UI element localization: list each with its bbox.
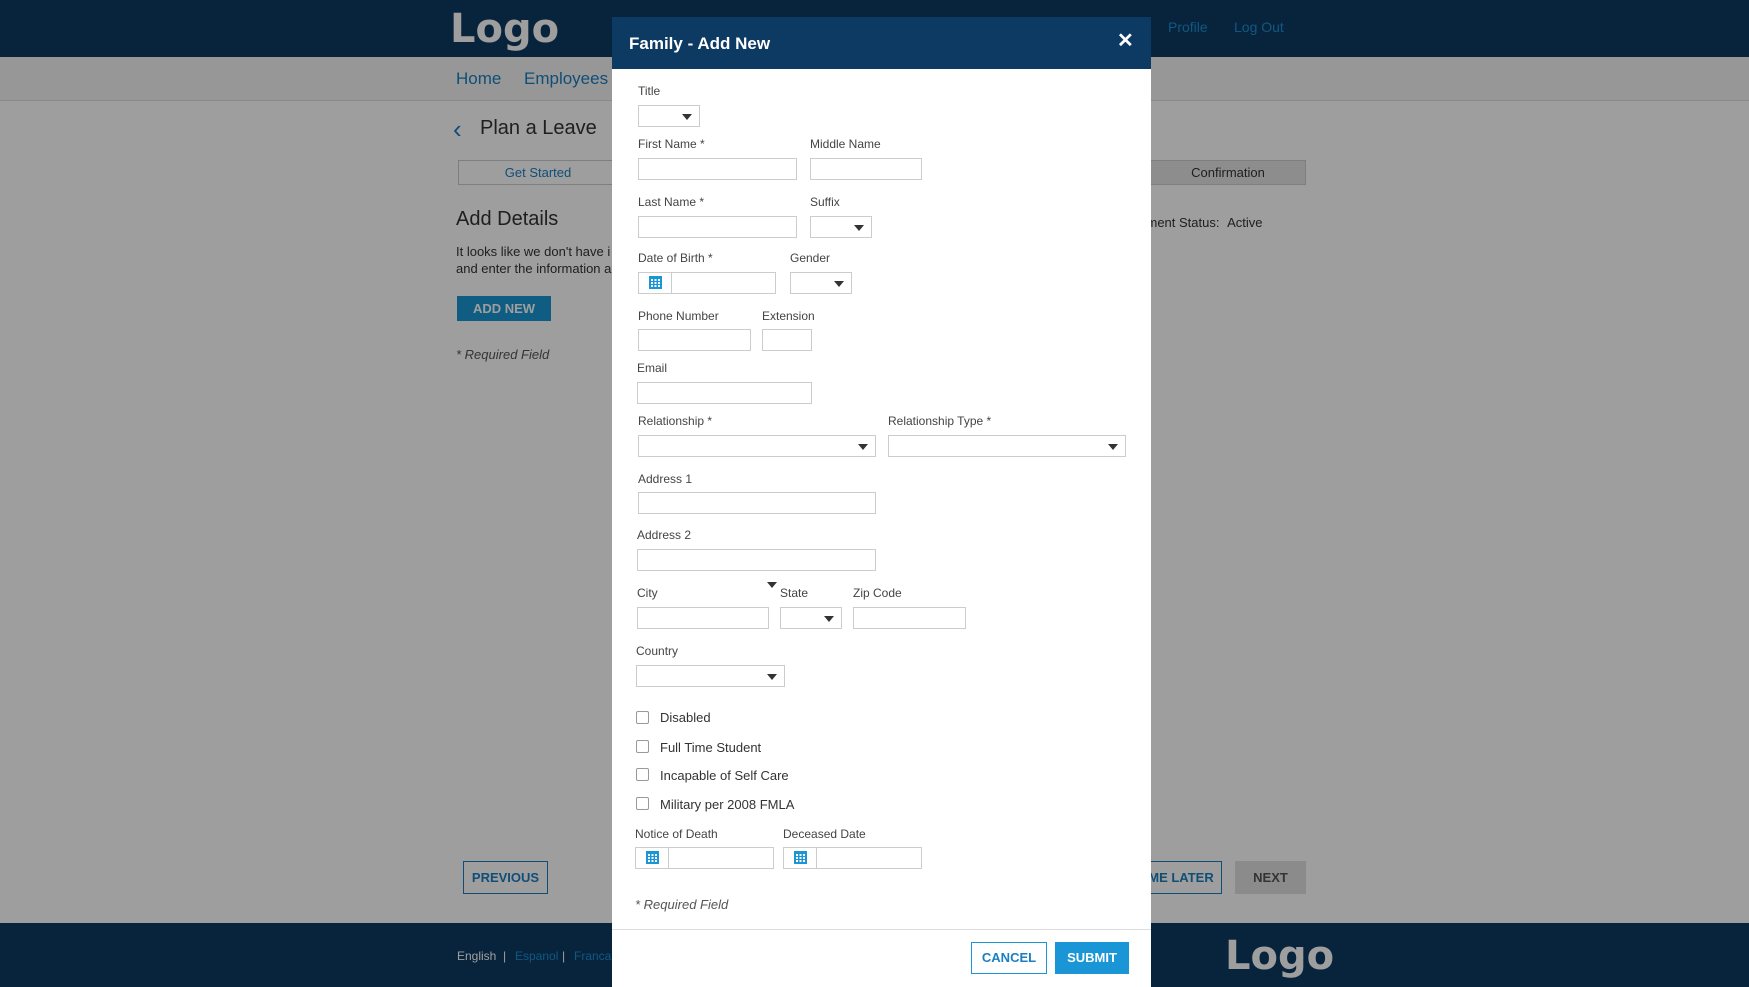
full-time-student-checkbox[interactable]	[636, 740, 649, 753]
modal-required-field-note: * Required Field	[635, 897, 729, 912]
modal-header: Family - Add New ✕	[612, 17, 1151, 69]
first-name-input[interactable]	[638, 158, 797, 180]
last-name-label: Last Name *	[638, 195, 705, 209]
chevron-down-icon	[1108, 444, 1118, 450]
relationship-label: Relationship *	[638, 414, 713, 428]
chevron-down-icon	[767, 674, 777, 680]
middle-name-input[interactable]	[810, 158, 922, 180]
suffix-label: Suffix	[810, 195, 840, 209]
chevron-down-icon	[682, 114, 692, 120]
address1-input[interactable]	[638, 492, 876, 514]
close-icon[interactable]: ✕	[1117, 31, 1134, 51]
disabled-label[interactable]: Disabled	[660, 710, 711, 725]
modal-title: Family - Add New	[629, 34, 771, 53]
first-name-label: First Name *	[638, 137, 705, 151]
relationship-type-label: Relationship Type *	[888, 414, 992, 428]
military-fmla-checkbox[interactable]	[636, 797, 649, 810]
address1-label: Address 1	[638, 472, 693, 486]
gender-select[interactable]	[790, 272, 852, 294]
chevron-down-icon	[834, 281, 844, 287]
state-label: State	[780, 586, 809, 600]
submit-button[interactable]: SUBMIT	[1055, 942, 1129, 974]
gender-label: Gender	[790, 251, 831, 265]
incapable-of-self-care-label[interactable]: Incapable of Self Care	[660, 768, 789, 783]
address2-input[interactable]	[637, 549, 876, 571]
state-select[interactable]	[780, 607, 842, 629]
city-label: City	[637, 586, 658, 600]
address2-label: Address 2	[637, 528, 692, 542]
middle-name-label: Middle Name	[810, 137, 881, 151]
calendar-icon[interactable]	[639, 273, 672, 293]
title-label: Title	[638, 84, 661, 98]
zip-label: Zip Code	[853, 586, 902, 600]
cancel-button[interactable]: CANCEL	[971, 942, 1047, 974]
disabled-checkbox[interactable]	[636, 711, 649, 724]
zip-input[interactable]	[853, 607, 966, 629]
last-name-input[interactable]	[638, 216, 797, 238]
email-input[interactable]	[637, 382, 812, 404]
calendar-icon[interactable]	[636, 848, 669, 868]
modal-footer-divider	[612, 929, 1151, 930]
calendar-icon[interactable]	[784, 848, 817, 868]
title-select[interactable]	[638, 105, 700, 127]
relationship-select[interactable]	[638, 435, 876, 457]
deceased-date-field[interactable]	[783, 847, 922, 869]
dob-label: Date of Birth *	[638, 251, 713, 265]
email-label: Email	[637, 361, 668, 375]
deceased-date-label: Deceased Date	[783, 827, 866, 841]
extension-label: Extension	[762, 309, 815, 323]
full-time-student-label[interactable]: Full Time Student	[660, 740, 761, 755]
notice-of-death-date-field[interactable]	[635, 847, 774, 869]
country-select[interactable]	[636, 665, 785, 687]
suffix-select[interactable]	[810, 216, 872, 238]
phone-input[interactable]	[638, 329, 751, 351]
chevron-down-icon	[824, 616, 834, 622]
phone-label: Phone Number	[638, 309, 719, 323]
military-fmla-label[interactable]: Military per 2008 FMLA	[660, 797, 794, 812]
chevron-down-icon	[767, 582, 777, 588]
dob-date-field[interactable]	[638, 272, 776, 294]
chevron-down-icon	[858, 444, 868, 450]
notice-of-death-label: Notice of Death	[635, 827, 718, 841]
country-label: Country	[636, 644, 679, 658]
chevron-down-icon	[854, 225, 864, 231]
relationship-type-select[interactable]	[888, 435, 1126, 457]
incapable-of-self-care-checkbox[interactable]	[636, 768, 649, 781]
extension-input[interactable]	[762, 329, 812, 351]
city-input[interactable]	[637, 607, 769, 629]
